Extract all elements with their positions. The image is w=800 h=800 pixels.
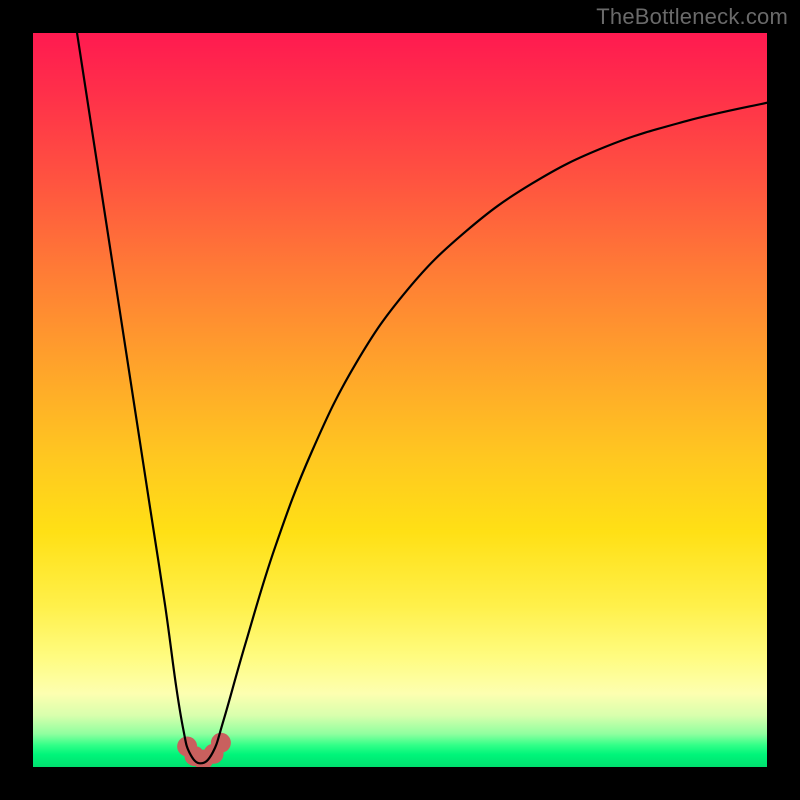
curve-svg: [33, 33, 767, 767]
chart-frame: TheBottleneck.com: [0, 0, 800, 800]
plot-area: [33, 33, 767, 767]
bottleneck-curve: [77, 33, 767, 763]
watermark-text: TheBottleneck.com: [596, 4, 788, 30]
